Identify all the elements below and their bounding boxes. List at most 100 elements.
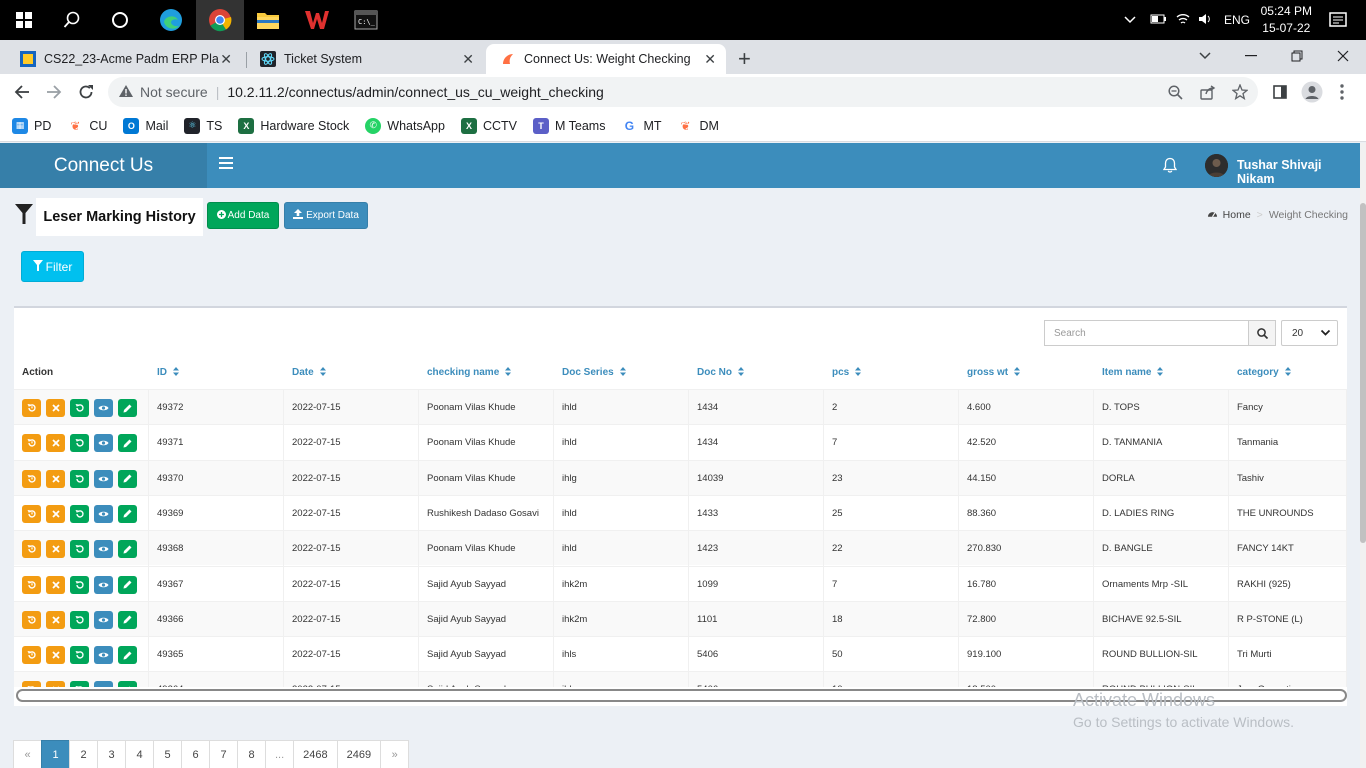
- history-icon[interactable]: [22, 434, 41, 453]
- profile-avatar-icon[interactable]: [1298, 78, 1326, 106]
- search-icon[interactable]: [56, 4, 88, 36]
- avatar[interactable]: [1205, 154, 1228, 177]
- delete-icon[interactable]: [46, 469, 65, 488]
- page-5[interactable]: 5: [153, 740, 182, 768]
- delete-icon[interactable]: [46, 646, 65, 665]
- vertical-scrollbar[interactable]: [1360, 143, 1366, 768]
- clock[interactable]: 05:24 PM 15-07-22: [1261, 3, 1312, 37]
- view-eye-icon[interactable]: [94, 610, 113, 629]
- view-eye-icon[interactable]: [94, 399, 113, 417]
- sort-icon[interactable]: [855, 367, 862, 378]
- sort-icon[interactable]: [1284, 367, 1291, 378]
- history-icon[interactable]: [22, 540, 41, 559]
- view-eye-icon[interactable]: [94, 469, 113, 488]
- bookmark-cctv[interactable]: X CCTV: [460, 117, 517, 134]
- column-header-doc-no[interactable]: Doc No: [697, 356, 744, 389]
- delete-icon[interactable]: [46, 575, 65, 594]
- battery-icon[interactable]: [1150, 13, 1166, 27]
- sort-icon[interactable]: [505, 367, 512, 378]
- edit-pencil-icon[interactable]: [118, 469, 137, 488]
- history-icon[interactable]: [22, 399, 41, 417]
- side-panel-icon[interactable]: [1266, 78, 1294, 106]
- page-4[interactable]: 4: [125, 740, 154, 768]
- view-eye-icon[interactable]: [94, 575, 113, 594]
- edge-icon[interactable]: [155, 4, 187, 36]
- view-eye-icon[interactable]: [94, 504, 113, 523]
- zoom-icon[interactable]: [1168, 77, 1183, 107]
- page-8[interactable]: 8: [237, 740, 266, 768]
- browser-tab-erp[interactable]: CS22_23-Acme Padm ERP Platfor ✕: [6, 44, 242, 74]
- column-header-item-name[interactable]: Item name: [1102, 356, 1164, 389]
- close-tab-icon[interactable]: ✕: [462, 51, 474, 68]
- volume-icon[interactable]: [1198, 13, 1212, 28]
- browser-tab-connect-us[interactable]: Connect Us: Weight Checking ✕: [486, 44, 726, 74]
- new-tab-button[interactable]: +: [730, 44, 760, 74]
- page-7[interactable]: 7: [209, 740, 238, 768]
- close-tab-icon[interactable]: ✕: [220, 51, 232, 68]
- page-prev-button[interactable]: «: [13, 740, 42, 768]
- warning-icon[interactable]: [118, 84, 134, 101]
- share-icon[interactable]: [1200, 77, 1216, 107]
- restore-icon[interactable]: [70, 646, 89, 665]
- reload-icon[interactable]: [72, 78, 100, 106]
- restore-icon[interactable]: [70, 540, 89, 559]
- delete-icon[interactable]: [46, 540, 65, 559]
- restore-icon[interactable]: [70, 434, 89, 453]
- edit-pencil-icon[interactable]: [118, 540, 137, 559]
- history-icon[interactable]: [22, 646, 41, 665]
- page-size-select[interactable]: 20: [1281, 320, 1338, 346]
- restore-icon[interactable]: [70, 504, 89, 523]
- edit-pencil-icon[interactable]: [118, 434, 137, 453]
- vertical-scrollbar-thumb[interactable]: [1360, 203, 1366, 543]
- page-next-button[interactable]: »: [380, 740, 410, 768]
- column-header-id[interactable]: ID: [157, 356, 179, 389]
- delete-icon[interactable]: [46, 434, 65, 453]
- breadcrumb-home[interactable]: Home: [1223, 209, 1251, 221]
- column-header-category[interactable]: category: [1237, 356, 1291, 389]
- file-explorer-icon[interactable]: [252, 4, 284, 36]
- user-name[interactable]: Tushar Shivaji Nikam: [1237, 158, 1361, 186]
- bell-icon[interactable]: [1162, 157, 1178, 178]
- sort-icon[interactable]: [1014, 367, 1021, 378]
- restore-icon[interactable]: [70, 399, 89, 417]
- search-button[interactable]: [1248, 320, 1276, 346]
- delete-icon[interactable]: [46, 610, 65, 629]
- forward-arrow-icon[interactable]: [40, 78, 68, 106]
- sort-icon[interactable]: [319, 367, 326, 378]
- view-eye-icon[interactable]: [94, 646, 113, 665]
- sort-icon[interactable]: [173, 367, 179, 378]
- edit-pencil-icon[interactable]: [118, 504, 137, 523]
- page-2469[interactable]: 2469: [336, 740, 382, 768]
- bookmark-ts[interactable]: ⚛ TS: [184, 117, 222, 134]
- restore-icon[interactable]: [1274, 40, 1320, 72]
- restore-icon[interactable]: [70, 469, 89, 488]
- bookmark-mail[interactable]: O Mail: [123, 117, 168, 134]
- bookmark-m-teams[interactable]: T M Teams: [532, 117, 605, 134]
- bookmark-hardware-stock[interactable]: X Hardware Stock: [238, 117, 349, 134]
- page-3[interactable]: 3: [97, 740, 126, 768]
- notifications-icon[interactable]: [1322, 4, 1354, 36]
- edit-pencil-icon[interactable]: [118, 646, 137, 665]
- browser-tab-ticket-system[interactable]: Ticket System ✕: [246, 44, 484, 74]
- chevron-up-icon[interactable]: [1124, 13, 1136, 27]
- delete-icon[interactable]: [46, 399, 65, 417]
- close-tab-icon[interactable]: ✕: [704, 51, 716, 68]
- bookmark-whatsapp[interactable]: ✆ WhatsApp: [365, 117, 445, 134]
- edit-pencil-icon[interactable]: [118, 399, 137, 417]
- view-eye-icon[interactable]: [94, 434, 113, 453]
- brand-logo[interactable]: Connect Us: [0, 143, 207, 188]
- column-header-doc-series[interactable]: Doc Series: [562, 356, 626, 389]
- search-input[interactable]: Search: [1044, 320, 1249, 346]
- close-window-icon[interactable]: [1320, 40, 1366, 72]
- minimize-icon[interactable]: [1228, 40, 1274, 72]
- add-data-button[interactable]: Add Data: [207, 202, 279, 229]
- sort-icon[interactable]: [1157, 367, 1164, 378]
- url-text[interactable]: 10.2.11.2/connectus/admin/connect_us_cu_…: [227, 84, 603, 100]
- sort-icon[interactable]: [738, 367, 744, 378]
- page-6[interactable]: 6: [181, 740, 210, 768]
- restore-icon[interactable]: [70, 575, 89, 594]
- history-icon[interactable]: [22, 504, 41, 523]
- address-bar[interactable]: Not secure | 10.2.11.2/connectus/admin/c…: [108, 77, 1258, 107]
- column-header-checking-name[interactable]: checking name: [427, 356, 512, 389]
- windows-start-icon[interactable]: [8, 4, 40, 36]
